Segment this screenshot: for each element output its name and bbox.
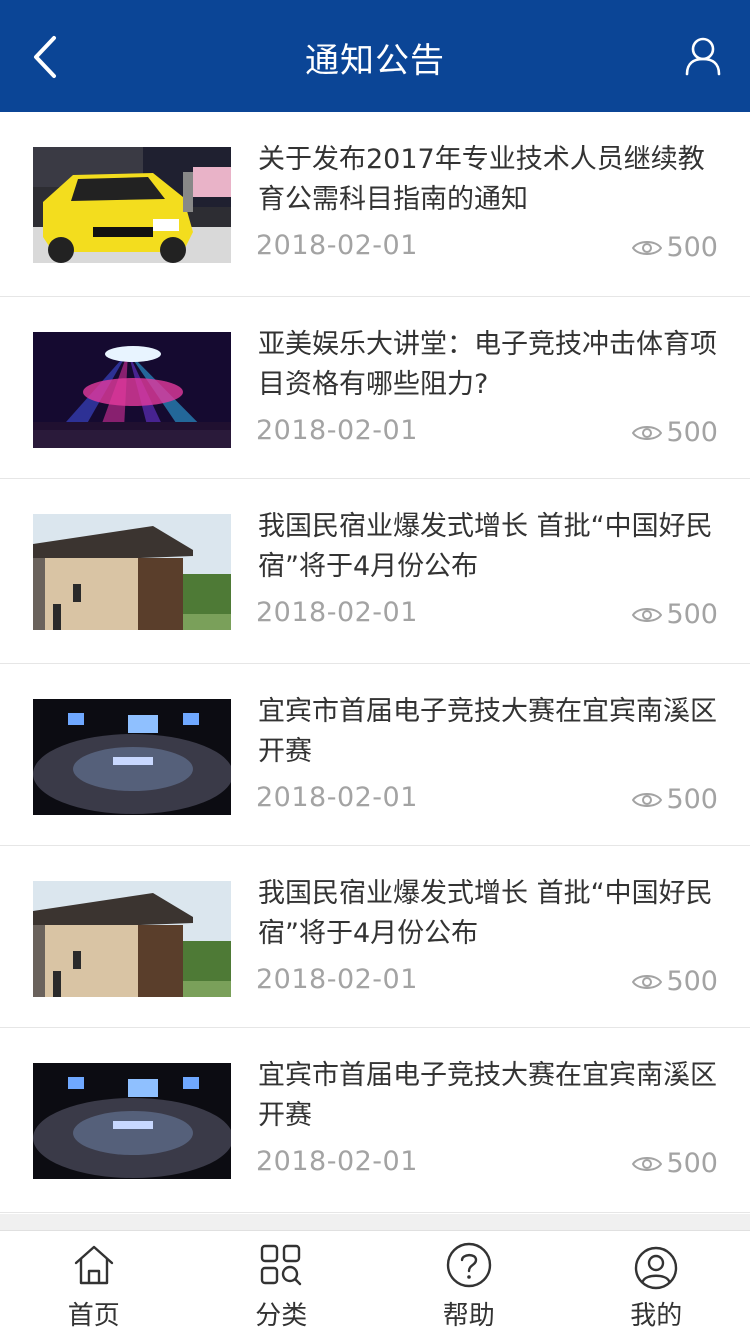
eye-icon	[632, 974, 663, 989]
tab-home[interactable]: 首页	[0, 1231, 188, 1334]
view-count: 500	[666, 966, 718, 997]
view-count: 500	[666, 232, 718, 263]
tab-category-label: 分类	[255, 1301, 308, 1331]
notice-views: 500	[632, 1148, 718, 1179]
notice-item[interactable]: 我国民宿业爆发式增长 首批“中国好民宿”将于4月份公布 2018-02-01 5…	[0, 479, 750, 664]
farmhouse-photo	[33, 514, 231, 630]
notice-views: 500	[632, 599, 718, 630]
notice-views: 500	[632, 966, 718, 997]
tab-category[interactable]: 分类	[188, 1231, 376, 1334]
notice-list: 关于发布2017年专业技术人员继续教育公需科目指南的通知 2018-02-01 …	[0, 112, 750, 1213]
tab-mine[interactable]: 我的	[563, 1231, 750, 1334]
eye-icon	[632, 792, 663, 807]
yellow-car-photo	[33, 147, 231, 263]
notice-item[interactable]: 宜宾市首届电子竞技大赛在宜宾南溪区开赛 2018-02-01 500	[0, 664, 750, 846]
notice-thumbnail	[33, 881, 231, 997]
notice-thumbnail	[33, 1063, 231, 1179]
list-bottom-spacer	[0, 1214, 750, 1230]
tab-mine-label: 我的	[630, 1301, 683, 1331]
notice-date: 2018-02-01	[256, 782, 418, 813]
view-count: 500	[666, 784, 718, 815]
notice-views: 500	[632, 232, 718, 263]
notice-title: 宜宾市首届电子竞技大赛在宜宾南溪区开赛	[258, 696, 717, 767]
tab-home-label: 首页	[67, 1301, 120, 1331]
eye-icon	[632, 607, 663, 622]
notice-date: 2018-02-01	[256, 1146, 418, 1177]
notice-views: 500	[632, 784, 718, 815]
tab-help[interactable]: 帮助	[375, 1231, 563, 1334]
notice-item[interactable]: 亚美娱乐大讲堂：电子竞技冲击体育项目资格有哪些阻力? 2018-02-01 50…	[0, 297, 750, 479]
view-count: 500	[666, 599, 718, 630]
notice-item[interactable]: 关于发布2017年专业技术人员继续教育公需科目指南的通知 2018-02-01 …	[0, 112, 750, 297]
notice-title: 亚美娱乐大讲堂：电子竞技冲击体育项目资格有哪些阻力?	[258, 329, 717, 400]
bottom-tab-bar: 首页 分类 帮助 我的	[0, 1230, 750, 1334]
eye-icon	[632, 240, 663, 255]
notice-thumbnail	[33, 699, 231, 815]
user-icon[interactable]	[684, 36, 722, 76]
home-icon	[74, 1245, 113, 1285]
notice-views: 500	[632, 417, 718, 448]
notice-item[interactable]: 我国民宿业爆发式增长 首批“中国好民宿”将于4月份公布 2018-02-01 5…	[0, 846, 750, 1028]
notice-thumbnail	[33, 332, 231, 448]
notice-thumbnail	[33, 514, 231, 630]
notice-item[interactable]: 宜宾市首届电子竞技大赛在宜宾南溪区开赛 2018-02-01 500	[0, 1028, 750, 1213]
esports-arena-photo	[33, 1063, 231, 1179]
category-grid-icon	[261, 1244, 302, 1286]
notice-date: 2018-02-01	[256, 230, 418, 261]
notice-date: 2018-02-01	[256, 964, 418, 995]
farmhouse-photo	[33, 881, 231, 997]
notice-date: 2018-02-01	[256, 597, 418, 628]
eye-icon	[632, 425, 663, 440]
top-navigation-bar: 通知公告	[0, 0, 750, 112]
notice-title: 我国民宿业爆发式增长 首批“中国好民宿”将于4月份公布	[258, 511, 713, 582]
help-question-icon	[446, 1242, 491, 1288]
concert-lights-photo	[33, 332, 231, 448]
esports-arena-photo	[33, 699, 231, 815]
notice-thumbnail	[33, 147, 231, 263]
notice-title: 宜宾市首届电子竞技大赛在宜宾南溪区开赛	[258, 1060, 717, 1131]
notice-title: 我国民宿业爆发式增长 首批“中国好民宿”将于4月份公布	[258, 878, 713, 949]
notice-title: 关于发布2017年专业技术人员继续教育公需科目指南的通知	[258, 144, 705, 215]
profile-icon	[635, 1246, 678, 1290]
page-title: 通知公告	[305, 41, 445, 81]
eye-icon	[632, 1156, 663, 1171]
notice-date: 2018-02-01	[256, 415, 418, 446]
view-count: 500	[666, 417, 718, 448]
view-count: 500	[666, 1148, 718, 1179]
tab-help-label: 帮助	[442, 1301, 495, 1331]
